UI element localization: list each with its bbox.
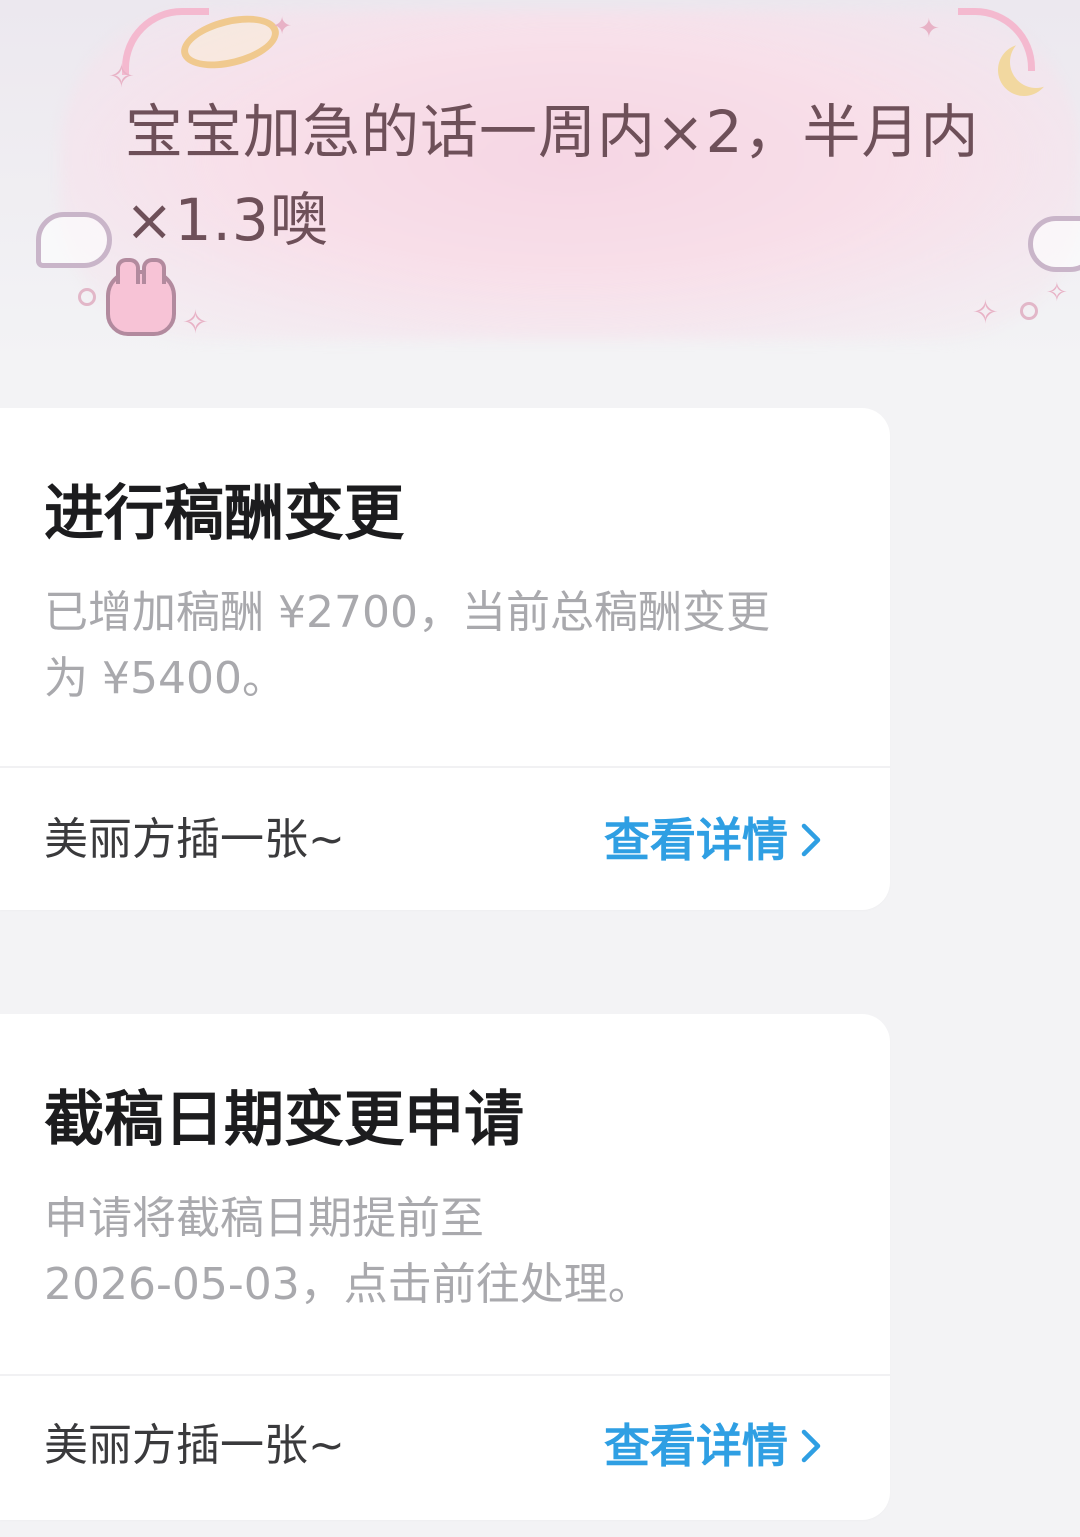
card-description-line2: 为 ¥5400。 (44, 653, 286, 704)
view-details-link[interactable]: 查看详情 (604, 1414, 826, 1478)
card-title: 截稿日期变更申请 (44, 1085, 524, 1155)
angel-wing-icon (1028, 216, 1080, 272)
card-description-line2: 2026-05-03，点击前往处理。 (44, 1259, 652, 1310)
sparkle-icon: ✦ (918, 14, 940, 44)
view-details-label: 查看详情 (604, 813, 788, 867)
dot-icon (1020, 302, 1038, 320)
sparkle-icon: ✦ (272, 12, 293, 40)
card-description: 已增加稿酬 ¥2700，当前总稿酬变更为 ¥5400。 (44, 580, 834, 712)
order-name: 美丽方插一张~ (44, 814, 345, 865)
view-details-link[interactable]: 查看详情 (604, 808, 826, 872)
card-divider (0, 766, 890, 768)
card-description-line1: 申请将截稿日期提前至 (44, 1193, 484, 1244)
bubble-message: 宝宝加急的话一周内×2，半月内 ×1.3噢 (125, 88, 1025, 264)
deadline-change-card: 截稿日期变更申请 申请将截稿日期提前至 2026-05-03，点击前往处理。 美丽… (0, 1014, 890, 1520)
moon-icon (1010, 36, 1062, 88)
message-bubble: ✧ ✦ ✦ ✧ ✧ ✧ 宝宝加急的话一周内×2，半月内 ×1.3噢 (0, 0, 1080, 360)
card-description: 申请将截稿日期提前至 2026-05-03，点击前往处理。 (44, 1186, 834, 1318)
bubble-message-line1: 宝宝加急的话一周内×2，半月内 (125, 98, 980, 166)
dot-icon (78, 288, 96, 306)
fee-change-card: 进行稿酬变更 已增加稿酬 ¥2700，当前总稿酬变更为 ¥5400。 美丽方插一… (0, 408, 890, 910)
order-name: 美丽方插一张~ (44, 1420, 345, 1471)
chevron-right-icon (801, 823, 821, 857)
sparkle-icon: ✧ (972, 293, 999, 331)
bubble-message-line2: ×1.3噢 (125, 186, 329, 254)
card-title: 进行稿酬变更 (44, 479, 404, 549)
view-details-label: 查看详情 (604, 1419, 788, 1473)
chevron-right-icon (801, 1429, 821, 1463)
sparkle-icon: ✧ (1046, 278, 1068, 308)
bunny-icon (106, 258, 176, 336)
sparkle-icon: ✧ (182, 303, 209, 341)
angel-wing-icon (36, 212, 112, 268)
card-description-line1: 已增加稿酬 ¥2700，当前总稿酬变更 (44, 587, 770, 638)
card-divider (0, 1374, 890, 1376)
